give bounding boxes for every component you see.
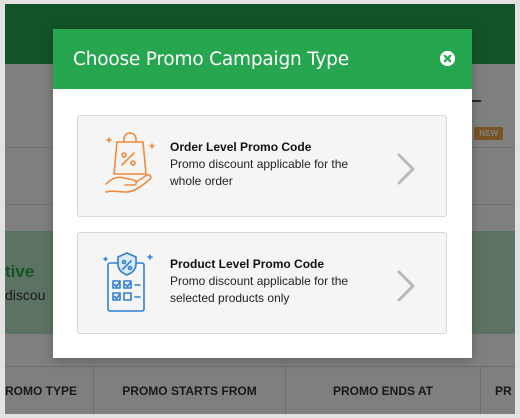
modal-title: Choose Promo Campaign Type (73, 49, 349, 70)
shopping-bag-hand-icon (105, 132, 155, 193)
option-title: Product Level Promo Code (170, 257, 325, 271)
close-icon (440, 51, 455, 66)
order-level-promo-option[interactable]: Order Level Promo Code Promo discount ap… (77, 115, 447, 217)
promo-type-modal: Choose Promo Campaign Type Order Level P… (53, 29, 472, 358)
modal-header: Choose Promo Campaign Type (53, 29, 472, 89)
close-button[interactable] (440, 51, 455, 66)
product-checklist-icon (103, 252, 153, 312)
option-description: Promo discount applicable for the select… (170, 274, 349, 305)
product-level-promo-option[interactable]: Product Level Promo Code Promo discount … (77, 232, 447, 334)
chevron-right-icon (397, 270, 415, 302)
option-title: Order Level Promo Code (170, 140, 312, 154)
option-description: Promo discount applicable for the whole … (170, 157, 349, 188)
chevron-right-icon (397, 153, 415, 185)
